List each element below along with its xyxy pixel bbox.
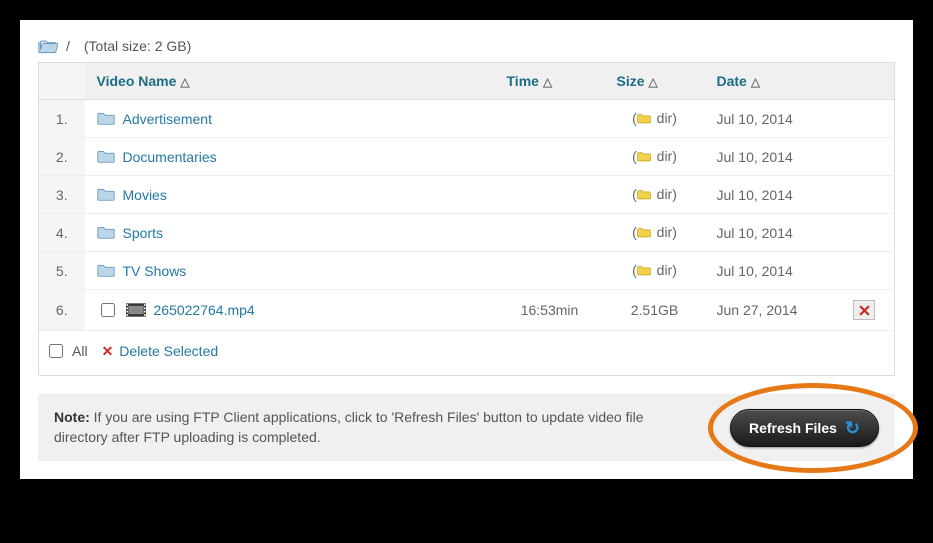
row-time <box>495 138 605 176</box>
col-header-size[interactable]: Size △ <box>605 63 705 100</box>
col-header-size-label: Size <box>617 73 645 89</box>
row-date: Jul 10, 2014 <box>705 138 835 176</box>
total-size: (Total size: 2 GB) <box>84 38 191 54</box>
note-body: If you are using FTP Client applications… <box>54 409 644 445</box>
row-time <box>495 252 605 290</box>
row-checkbox[interactable] <box>101 303 115 317</box>
sort-arrow-icon: △ <box>180 75 189 89</box>
delete-x-icon: ✕ <box>102 343 114 360</box>
row-size: ( dir) <box>605 176 705 214</box>
select-all-text: All <box>72 343 88 359</box>
footer-controls: All ✕ Delete Selected <box>38 331 895 376</box>
col-header-time-label: Time <box>507 73 539 89</box>
row-size: ( dir) <box>605 100 705 138</box>
col-header-actions <box>835 63 895 100</box>
folder-icon <box>97 111 115 126</box>
row-actions <box>835 252 895 290</box>
row-name-link[interactable]: Documentaries <box>123 149 217 165</box>
row-size: 2.51GB <box>605 290 705 331</box>
refresh-files-button[interactable]: Refresh Files ↻ <box>730 409 879 447</box>
row-size: ( dir) <box>605 252 705 290</box>
col-header-num <box>39 63 85 100</box>
row-date: Jun 27, 2014 <box>705 290 835 331</box>
file-browser-panel: / (Total size: 2 GB) Video Name△ Time△ S… <box>20 20 913 479</box>
table-row: 4. Sports ( dir)Jul 10, 2014 <box>39 214 895 252</box>
table-row: 1. Advertisement ( dir)Jul 10, 2014 <box>39 100 895 138</box>
row-number: 1. <box>39 100 85 138</box>
row-time: 16:53min <box>495 290 605 331</box>
col-header-date[interactable]: Date △ <box>705 63 835 100</box>
row-name-cell: Sports <box>85 214 495 252</box>
col-header-name-label: Video Name <box>97 73 177 89</box>
row-name-link[interactable]: 265022764.mp4 <box>154 302 255 318</box>
row-time <box>495 176 605 214</box>
film-icon <box>126 303 146 317</box>
table-row: 3. Movies ( dir)Jul 10, 2014 <box>39 176 895 214</box>
row-name-link[interactable]: Movies <box>123 187 167 203</box>
row-actions <box>835 100 895 138</box>
note-prefix: Note: <box>54 409 90 425</box>
row-time <box>495 214 605 252</box>
select-all-label[interactable]: All <box>45 341 88 361</box>
row-name-link[interactable]: TV Shows <box>123 263 187 279</box>
folder-icon <box>97 263 115 278</box>
row-name-cell: 265022764.mp4 <box>85 290 495 331</box>
row-actions <box>835 138 895 176</box>
sort-arrow-icon: △ <box>751 75 760 89</box>
row-number: 4. <box>39 214 85 252</box>
row-number: 6. <box>39 290 85 331</box>
col-header-time[interactable]: Time △ <box>495 63 605 100</box>
row-number: 5. <box>39 252 85 290</box>
row-name-cell: Movies <box>85 176 495 214</box>
row-actions <box>835 176 895 214</box>
row-size: ( dir) <box>605 214 705 252</box>
row-number: 3. <box>39 176 85 214</box>
row-name-cell: Advertisement <box>85 100 495 138</box>
row-name-cell: Documentaries <box>85 138 495 176</box>
sort-arrow-icon: △ <box>649 75 658 89</box>
row-actions <box>835 214 895 252</box>
sort-arrow-icon: △ <box>543 75 552 89</box>
refresh-arrow-icon: ↻ <box>845 419 860 437</box>
breadcrumb-path[interactable]: / <box>66 38 70 54</box>
delete-selected-link[interactable]: ✕ Delete Selected <box>102 343 219 360</box>
folder-open-icon <box>38 38 58 54</box>
row-time <box>495 100 605 138</box>
folder-icon <box>97 149 115 164</box>
table-row: 5. TV Shows ( dir)Jul 10, 2014 <box>39 252 895 290</box>
note-text: Note: If you are using FTP Client applic… <box>54 408 674 447</box>
col-header-date-label: Date <box>717 73 747 89</box>
folder-icon <box>97 187 115 202</box>
row-date: Jul 10, 2014 <box>705 214 835 252</box>
folder-icon <box>97 225 115 240</box>
row-name-link[interactable]: Advertisement <box>123 111 212 127</box>
table-row: 6. 265022764.mp4 16:53min2.51GBJun 27, 201… <box>39 290 895 331</box>
col-header-name[interactable]: Video Name△ <box>85 63 495 100</box>
row-actions <box>835 290 895 331</box>
refresh-highlight: Refresh Files ↻ <box>730 409 879 447</box>
row-date: Jul 10, 2014 <box>705 252 835 290</box>
file-table: Video Name△ Time△ Size△ Date△ 1.Advertis… <box>38 62 895 331</box>
table-row: 2. Documentaries ( dir)Jul 10, 2014 <box>39 138 895 176</box>
delete-selected-text: Delete Selected <box>119 343 218 359</box>
select-all-checkbox[interactable] <box>49 344 63 358</box>
row-size: ( dir) <box>605 138 705 176</box>
row-name-cell: TV Shows <box>85 252 495 290</box>
refresh-files-label: Refresh Files <box>749 420 837 436</box>
row-date: Jul 10, 2014 <box>705 176 835 214</box>
row-date: Jul 10, 2014 <box>705 100 835 138</box>
row-name-link[interactable]: Sports <box>123 225 163 241</box>
note-box: Note: If you are using FTP Client applic… <box>38 394 895 461</box>
breadcrumb: / (Total size: 2 GB) <box>38 34 895 62</box>
delete-icon[interactable] <box>853 300 875 320</box>
row-number: 2. <box>39 138 85 176</box>
